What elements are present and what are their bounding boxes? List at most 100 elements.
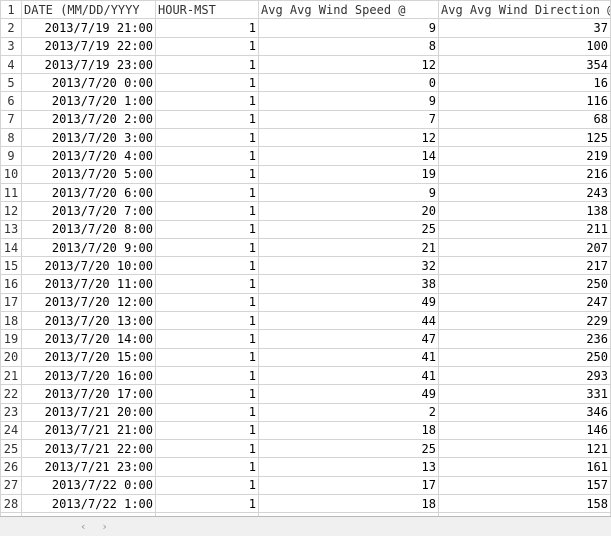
cell-date[interactable]: 2013/7/20 8:00 <box>22 220 156 238</box>
cell-wind-speed[interactable]: 44 <box>259 312 439 330</box>
row-number[interactable]: 14 <box>1 238 22 256</box>
cell-wind-direction[interactable]: 243 <box>439 183 611 201</box>
cell-date[interactable]: 2013/7/20 15:00 <box>22 348 156 366</box>
cell-wind-direction[interactable]: 219 <box>439 147 611 165</box>
row-number[interactable]: 16 <box>1 275 22 293</box>
cell-hour[interactable]: 1 <box>156 458 259 476</box>
cell-hour[interactable]: 1 <box>156 37 259 55</box>
row-number[interactable]: 2 <box>1 19 22 37</box>
cell-date[interactable]: 2013/7/19 21:00 <box>22 19 156 37</box>
cell-hour[interactable]: 1 <box>156 366 259 384</box>
cell-wind-direction[interactable]: 37 <box>439 19 611 37</box>
cell-date[interactable]: 2013/7/19 23:00 <box>22 55 156 73</box>
row-number[interactable]: 27 <box>1 476 22 494</box>
cell-wind-speed[interactable]: 18 <box>259 421 439 439</box>
cell-date[interactable]: 2013/7/20 5:00 <box>22 165 156 183</box>
cell-wind-direction[interactable]: 217 <box>439 257 611 275</box>
cell-wind-direction[interactable]: 250 <box>439 275 611 293</box>
cell-date[interactable]: 2013/7/20 13:00 <box>22 312 156 330</box>
spreadsheet-grid[interactable]: 1 DATE (MM/DD/YYYY HOUR-MST Avg Avg Wind… <box>0 0 611 532</box>
cell-date[interactable]: 2013/7/20 12:00 <box>22 293 156 311</box>
row-number[interactable]: 20 <box>1 348 22 366</box>
cell-wind-direction[interactable]: 16 <box>439 74 611 92</box>
cell-date[interactable]: 2013/7/21 20:00 <box>22 403 156 421</box>
cell-hour[interactable]: 1 <box>156 257 259 275</box>
sheet-tab-bar[interactable]: ‹ › <box>0 516 611 536</box>
cell-wind-direction[interactable]: 216 <box>439 165 611 183</box>
cell-date[interactable]: 2013/7/20 3:00 <box>22 129 156 147</box>
row-number[interactable]: 11 <box>1 183 22 201</box>
cell-date[interactable]: 2013/7/20 7:00 <box>22 202 156 220</box>
cell-hour[interactable]: 1 <box>156 348 259 366</box>
row-number[interactable]: 3 <box>1 37 22 55</box>
cell-hour[interactable]: 1 <box>156 110 259 128</box>
row-number[interactable]: 23 <box>1 403 22 421</box>
cell-date[interactable]: 2013/7/19 22:00 <box>22 37 156 55</box>
cell-hour[interactable]: 1 <box>156 147 259 165</box>
cell-date[interactable]: 2013/7/20 14:00 <box>22 330 156 348</box>
cell-wind-speed[interactable]: 13 <box>259 458 439 476</box>
row-number[interactable]: 24 <box>1 421 22 439</box>
cell-wind-speed[interactable]: 19 <box>259 165 439 183</box>
cell-wind-direction[interactable]: 354 <box>439 55 611 73</box>
cell-hour[interactable]: 1 <box>156 19 259 37</box>
cell-wind-direction[interactable]: 236 <box>439 330 611 348</box>
cell-hour[interactable]: 1 <box>156 165 259 183</box>
cell-date[interactable]: 2013/7/20 0:00 <box>22 74 156 92</box>
cell-wind-speed[interactable]: 9 <box>259 183 439 201</box>
cell-wind-speed[interactable]: 25 <box>259 220 439 238</box>
row-number[interactable]: 12 <box>1 202 22 220</box>
cell-date[interactable]: 2013/7/22 1:00 <box>22 495 156 513</box>
row-number[interactable]: 26 <box>1 458 22 476</box>
sheet-tab[interactable]: ‹ › <box>80 520 112 533</box>
cell-hour[interactable]: 1 <box>156 312 259 330</box>
row-number[interactable]: 6 <box>1 92 22 110</box>
cell-wind-speed[interactable]: 41 <box>259 348 439 366</box>
cell-hour[interactable]: 1 <box>156 74 259 92</box>
row-number[interactable]: 10 <box>1 165 22 183</box>
row-number[interactable]: 21 <box>1 366 22 384</box>
row-number[interactable]: 5 <box>1 74 22 92</box>
col-header-wind-speed[interactable]: Avg Avg Wind Speed @ <box>259 1 439 19</box>
cell-wind-direction[interactable]: 158 <box>439 495 611 513</box>
row-number-header[interactable]: 1 <box>1 1 22 19</box>
row-number[interactable]: 8 <box>1 129 22 147</box>
cell-hour[interactable]: 1 <box>156 275 259 293</box>
cell-wind-speed[interactable]: 7 <box>259 110 439 128</box>
row-number[interactable]: 9 <box>1 147 22 165</box>
row-number[interactable]: 18 <box>1 312 22 330</box>
cell-wind-speed[interactable]: 25 <box>259 440 439 458</box>
cell-wind-direction[interactable]: 207 <box>439 238 611 256</box>
row-number[interactable]: 22 <box>1 385 22 403</box>
row-number[interactable]: 15 <box>1 257 22 275</box>
cell-date[interactable]: 2013/7/20 10:00 <box>22 257 156 275</box>
cell-wind-direction[interactable]: 229 <box>439 312 611 330</box>
cell-wind-direction[interactable]: 68 <box>439 110 611 128</box>
row-number[interactable]: 4 <box>1 55 22 73</box>
cell-date[interactable]: 2013/7/21 22:00 <box>22 440 156 458</box>
cell-wind-direction[interactable]: 100 <box>439 37 611 55</box>
cell-date[interactable]: 2013/7/21 23:00 <box>22 458 156 476</box>
cell-wind-speed[interactable]: 49 <box>259 293 439 311</box>
cell-wind-speed[interactable]: 38 <box>259 275 439 293</box>
row-number[interactable]: 7 <box>1 110 22 128</box>
cell-hour[interactable]: 1 <box>156 476 259 494</box>
row-number[interactable]: 25 <box>1 440 22 458</box>
cell-wind-speed[interactable]: 17 <box>259 476 439 494</box>
col-header-date[interactable]: DATE (MM/DD/YYYY <box>22 1 156 19</box>
cell-date[interactable]: 2013/7/20 1:00 <box>22 92 156 110</box>
cell-wind-direction[interactable]: 331 <box>439 385 611 403</box>
cell-date[interactable]: 2013/7/21 21:00 <box>22 421 156 439</box>
cell-date[interactable]: 2013/7/20 6:00 <box>22 183 156 201</box>
cell-date[interactable]: 2013/7/22 0:00 <box>22 476 156 494</box>
row-number[interactable]: 19 <box>1 330 22 348</box>
cell-date[interactable]: 2013/7/20 4:00 <box>22 147 156 165</box>
cell-wind-direction[interactable]: 125 <box>439 129 611 147</box>
cell-wind-direction[interactable]: 346 <box>439 403 611 421</box>
cell-wind-direction[interactable]: 250 <box>439 348 611 366</box>
cell-hour[interactable]: 1 <box>156 385 259 403</box>
cell-wind-speed[interactable]: 2 <box>259 403 439 421</box>
cell-date[interactable]: 2013/7/20 11:00 <box>22 275 156 293</box>
cell-hour[interactable]: 1 <box>156 183 259 201</box>
cell-hour[interactable]: 1 <box>156 440 259 458</box>
